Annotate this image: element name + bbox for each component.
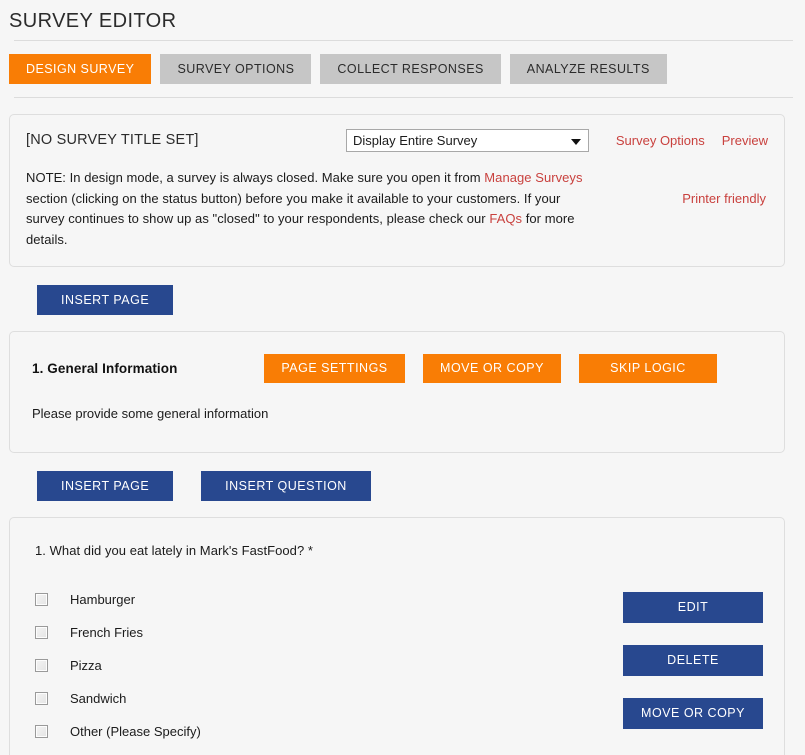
survey-info-header: [NO SURVEY TITLE SET] Display Entire Sur…	[26, 129, 768, 152]
manage-surveys-link[interactable]: Manage Surveys	[484, 170, 582, 185]
tab-survey-options[interactable]: SURVEY OPTIONS	[160, 54, 312, 84]
preview-link[interactable]: Preview	[722, 133, 768, 148]
choice-row[interactable]: French Fries	[35, 616, 623, 649]
question-choice-list: Hamburger French Fries Pizza Sandwich Ot…	[35, 583, 623, 748]
page-skip-logic-button[interactable]: SKIP LOGIC	[579, 354, 717, 383]
info-panel-links: Survey Options Preview	[616, 129, 768, 148]
tab-bar: DESIGN SURVEY SURVEY OPTIONS COLLECT RES…	[0, 41, 805, 84]
checkbox-icon[interactable]	[35, 725, 48, 738]
choice-label: Pizza	[70, 658, 102, 673]
question-body: Hamburger French Fries Pizza Sandwich Ot…	[35, 583, 768, 748]
choice-label: Other (Please Specify)	[70, 724, 201, 739]
choice-row[interactable]: Hamburger	[35, 583, 623, 616]
choice-row[interactable]: Other (Please Specify)	[35, 715, 623, 748]
tabbar-divider	[14, 97, 793, 98]
choice-label: Hamburger	[70, 592, 136, 607]
tab-collect-responses[interactable]: COLLECT RESPONSES	[320, 54, 501, 84]
page-section-actions: PAGE SETTINGS MOVE OR COPY SKIP LOGIC	[264, 354, 717, 383]
note-text-part1: NOTE: In design mode, a survey is always…	[26, 170, 485, 185]
design-mode-note: NOTE: In design mode, a survey is always…	[26, 168, 586, 250]
choice-row[interactable]: Sandwich	[35, 682, 623, 715]
choice-row[interactable]: Pizza	[35, 649, 623, 682]
edit-question-button[interactable]: EDIT	[623, 592, 763, 623]
page-title: SURVEY EDITOR	[9, 10, 177, 32]
page-section-panel: 1. General Information PAGE SETTINGS MOV…	[9, 331, 785, 453]
checkbox-icon[interactable]	[35, 659, 48, 672]
note-text-part2: section (clicking on the status button) …	[26, 190, 561, 227]
tab-analyze-results[interactable]: ANALYZE RESULTS	[509, 54, 667, 84]
choice-label: French Fries	[70, 625, 143, 640]
printer-friendly-link[interactable]: Printer friendly	[682, 191, 766, 206]
question-title: 1. What did you eat lately in Mark's Fas…	[35, 543, 314, 558]
survey-options-link[interactable]: Survey Options	[616, 133, 705, 148]
page-settings-button[interactable]: PAGE SETTINGS	[264, 354, 405, 383]
mid-button-row: INSERT PAGE INSERT QUESTION	[0, 453, 805, 501]
survey-title: [NO SURVEY TITLE SET]	[26, 132, 199, 148]
survey-editor-page: SURVEY EDITOR DESIGN SURVEY SURVEY OPTIO…	[0, 0, 805, 755]
display-mode-select-wrapper: Display Entire Survey	[346, 129, 589, 152]
page-section-title: 1. General Information	[32, 361, 178, 376]
display-mode-select[interactable]: Display Entire Survey	[346, 129, 589, 152]
top-button-row: INSERT PAGE	[0, 267, 805, 315]
page-section-header: 1. General Information PAGE SETTINGS MOV…	[32, 354, 768, 383]
question-move-or-copy-button[interactable]: MOVE OR COPY	[623, 698, 763, 729]
question-panel: 1. What did you eat lately in Mark's Fas…	[9, 517, 785, 755]
insert-page-button-top[interactable]: INSERT PAGE	[37, 285, 174, 315]
question-actions: EDIT DELETE MOVE OR COPY	[623, 583, 763, 748]
insert-question-button[interactable]: INSERT QUESTION	[201, 471, 371, 501]
checkbox-icon[interactable]	[35, 626, 48, 639]
delete-question-button[interactable]: DELETE	[623, 645, 763, 676]
page-section-description: Please provide some general information	[32, 406, 269, 421]
survey-info-panel: [NO SURVEY TITLE SET] Display Entire Sur…	[9, 114, 785, 267]
checkbox-icon[interactable]	[35, 593, 48, 606]
checkbox-icon[interactable]	[35, 692, 48, 705]
insert-page-button-mid[interactable]: INSERT PAGE	[37, 471, 174, 501]
faqs-link[interactable]: FAQs	[489, 211, 522, 226]
page-move-or-copy-button[interactable]: MOVE OR COPY	[423, 354, 561, 383]
tab-design-survey[interactable]: DESIGN SURVEY	[9, 54, 152, 84]
choice-label: Sandwich	[70, 691, 127, 706]
